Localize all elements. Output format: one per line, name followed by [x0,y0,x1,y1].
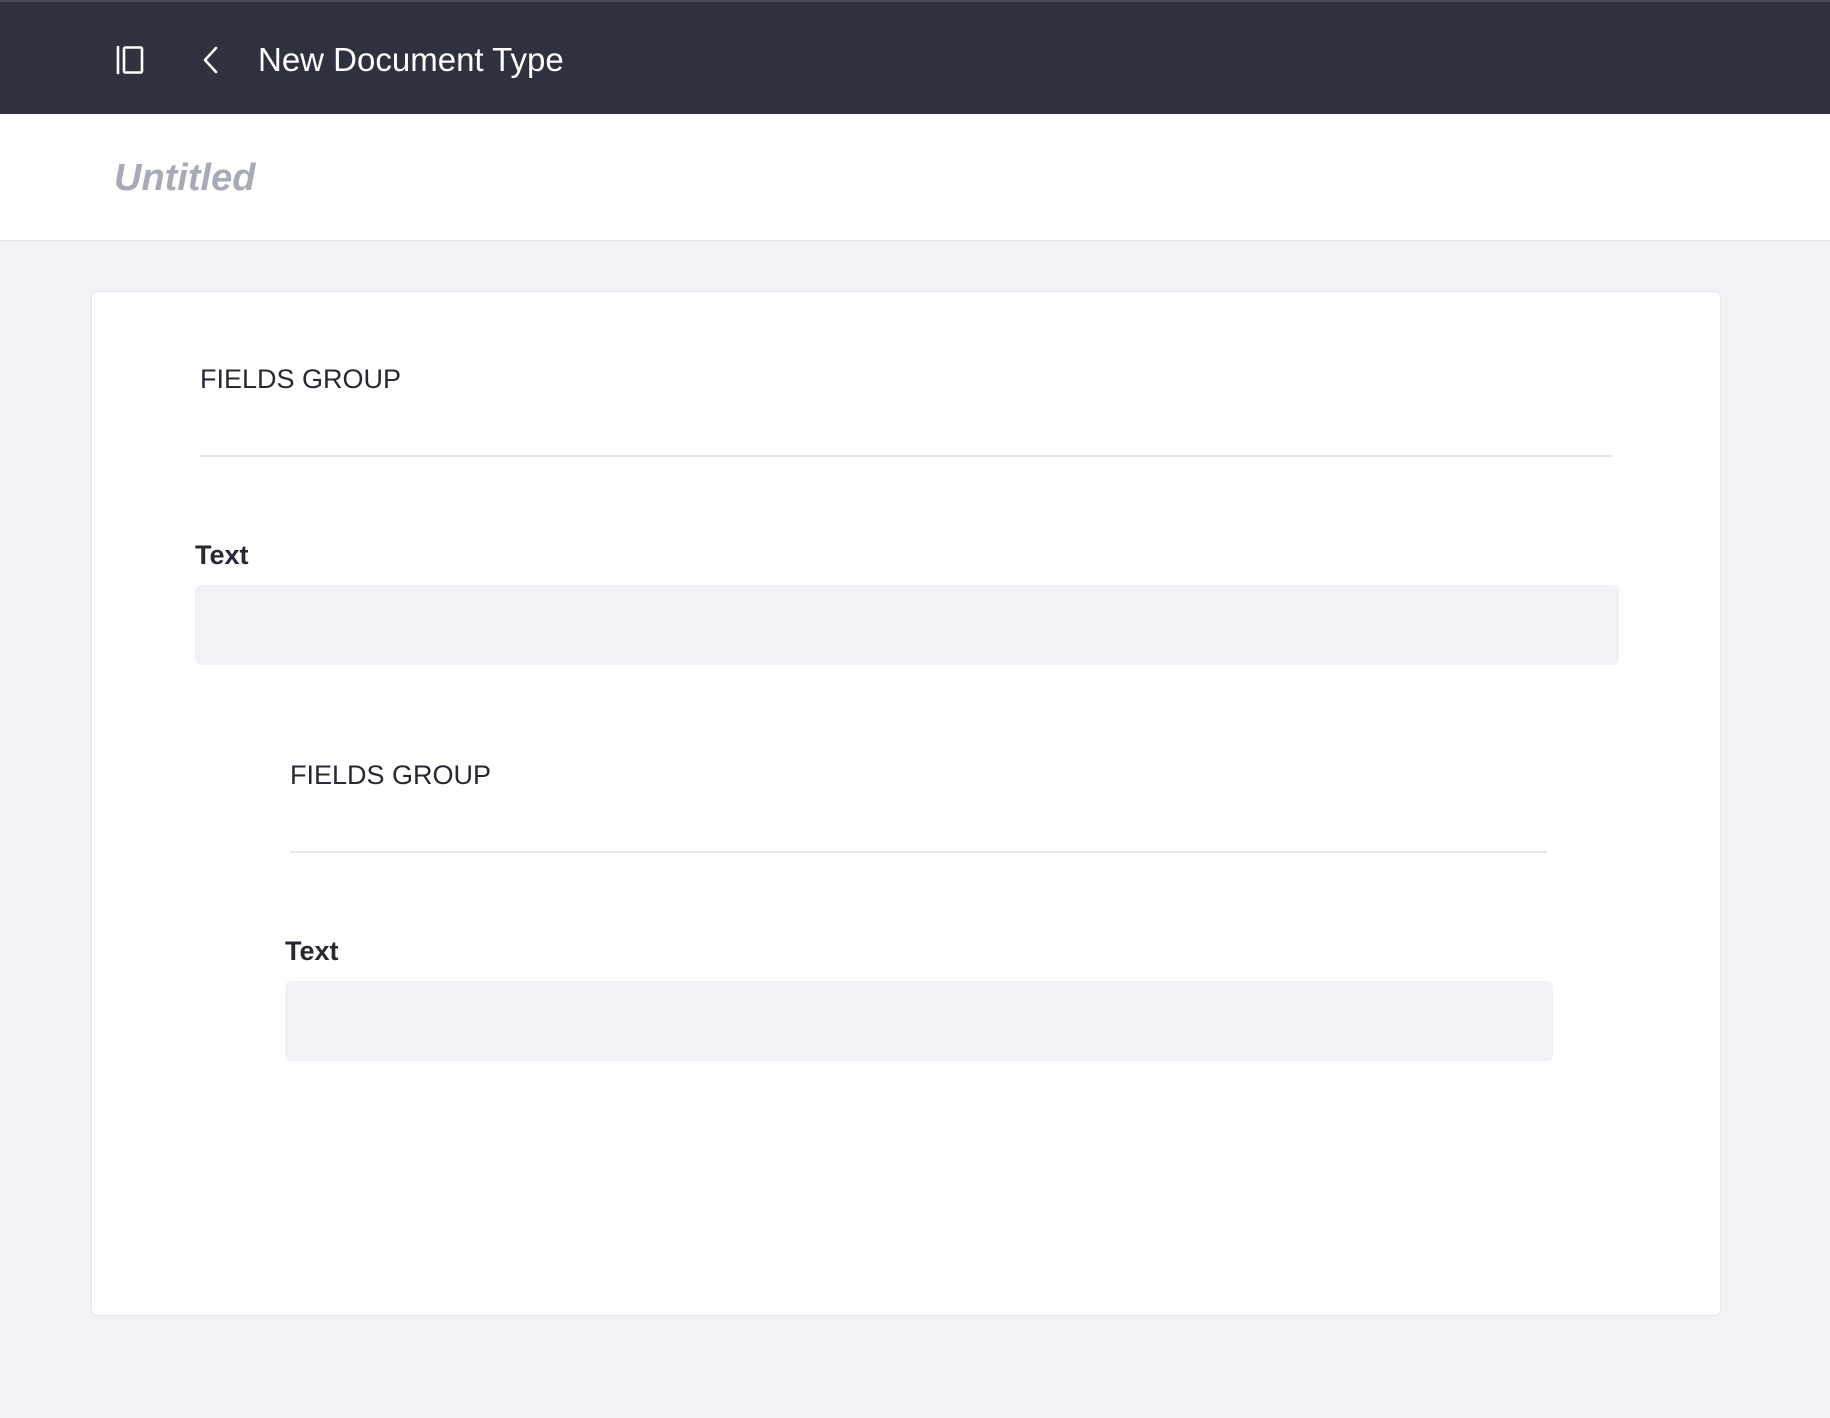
top-app-bar: New Document Type [0,0,1830,114]
sidebar-panel-icon-graphic [116,45,144,75]
chevron-left-icon[interactable] [194,42,228,78]
document-title-input[interactable] [114,150,814,206]
text-field-input[interactable] [195,585,1619,665]
chevron-left-icon-graphic [203,46,218,74]
sidebar-panel-icon[interactable] [112,42,148,78]
page-title: New Document Type [258,41,564,78]
nested-text-field-label: Text [285,936,339,966]
nested-fields-group-header: FIELDS GROUP [290,760,492,790]
document-title-bar [0,114,1830,241]
text-field-label: Text [195,540,249,570]
nested-fields-group-divider [290,851,1547,853]
fields-group-header: FIELDS GROUP [200,364,402,394]
nested-text-field-input[interactable] [285,981,1553,1061]
fields-group-divider [200,455,1612,457]
fields-card: FIELDS GROUP Text FIELDS GROUP Text [91,291,1721,1316]
